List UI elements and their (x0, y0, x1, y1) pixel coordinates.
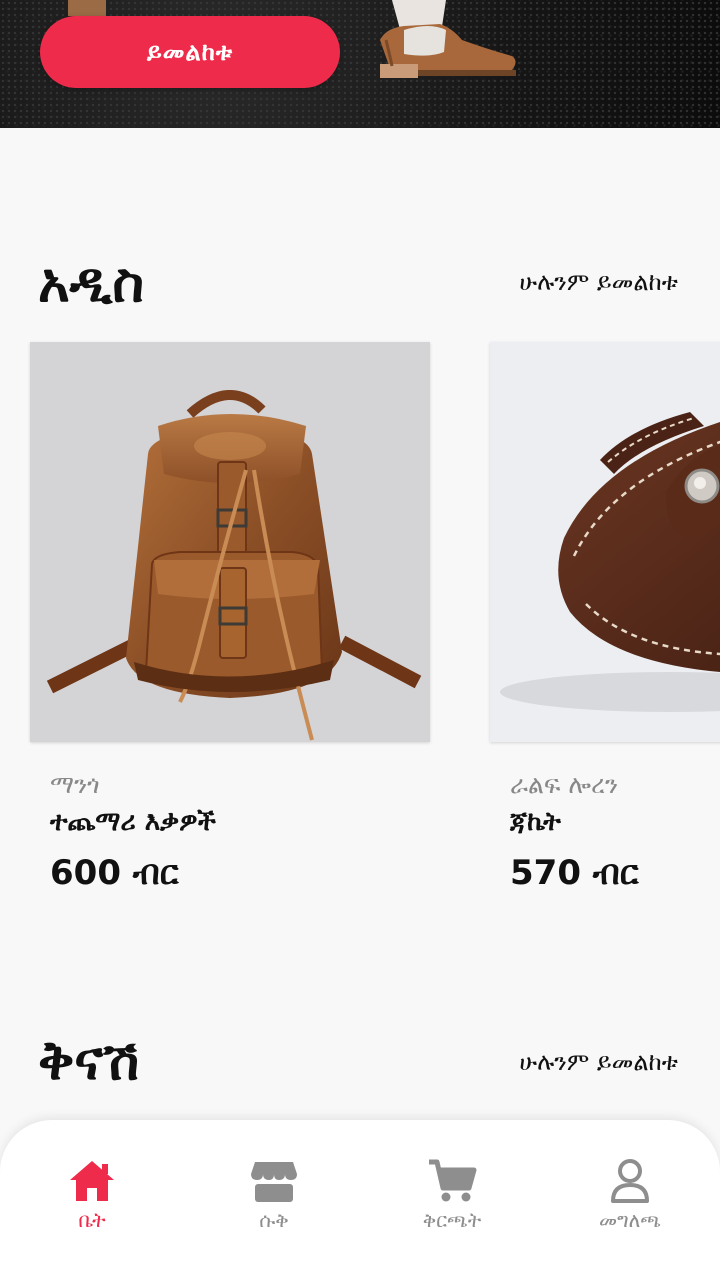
product-image-backpack[interactable] (30, 342, 430, 742)
section-title-new: አዲስ (38, 251, 145, 314)
hero-banner: ይመልከቱ (0, 0, 720, 128)
nav-label: ቤት (78, 1208, 106, 1232)
view-all-new-link[interactable]: ሁሉንም ይመልከቱ (519, 270, 678, 294)
store-icon (251, 1162, 297, 1202)
nav-label: ቅርጫት (422, 1208, 482, 1232)
product-name: ተጨማሪ እቃዎች (50, 807, 216, 837)
cart-icon (429, 1159, 477, 1202)
product-brand: ማንጎ (50, 770, 100, 799)
home-screen: ይመልከቱ አዲስ ሁሉንም ይመልከቱ ማንጎ ተጨማሪ እቃዎች 600 ብ… (0, 0, 720, 1280)
nav-item-home[interactable]: ቤት (12, 1158, 172, 1232)
home-icon (70, 1161, 114, 1201)
leather-pouch-icon (500, 412, 720, 712)
user-icon (611, 1159, 649, 1203)
product-brand: ራልፍ ሎረን (510, 770, 619, 799)
nav-item-shop[interactable]: ሱቅ (194, 1158, 354, 1232)
product-price: 570 ብር (510, 853, 639, 893)
nav-label: ሱቅ (259, 1208, 289, 1232)
view-all-sale-link[interactable]: ሁሉንም ይመልከቱ (519, 1050, 678, 1074)
section-title-sale: ቅናሽ (38, 1029, 140, 1092)
product-card-2[interactable]: ራልፍ ሎረን ጃኬት 570 ብር (510, 768, 639, 900)
product-name: ጃኬት (510, 807, 561, 837)
product-image-pouch[interactable] (490, 342, 720, 742)
nav-item-profile[interactable]: መግለጫ (550, 1158, 710, 1232)
nav-item-cart[interactable]: ቅርጫት (372, 1158, 532, 1232)
product-price: 600 ብር (50, 853, 179, 893)
product-card-1[interactable]: ማንጎ ተጨማሪ እቃዎች 600 ብር (50, 768, 216, 900)
bottom-navigation: ቤት ሱቅ ቅርጫት መግለጫ (0, 1120, 720, 1280)
view-button[interactable]: ይመልከቱ (40, 16, 340, 88)
backpack-icon (46, 390, 422, 741)
nav-label: መግለጫ (599, 1208, 661, 1232)
